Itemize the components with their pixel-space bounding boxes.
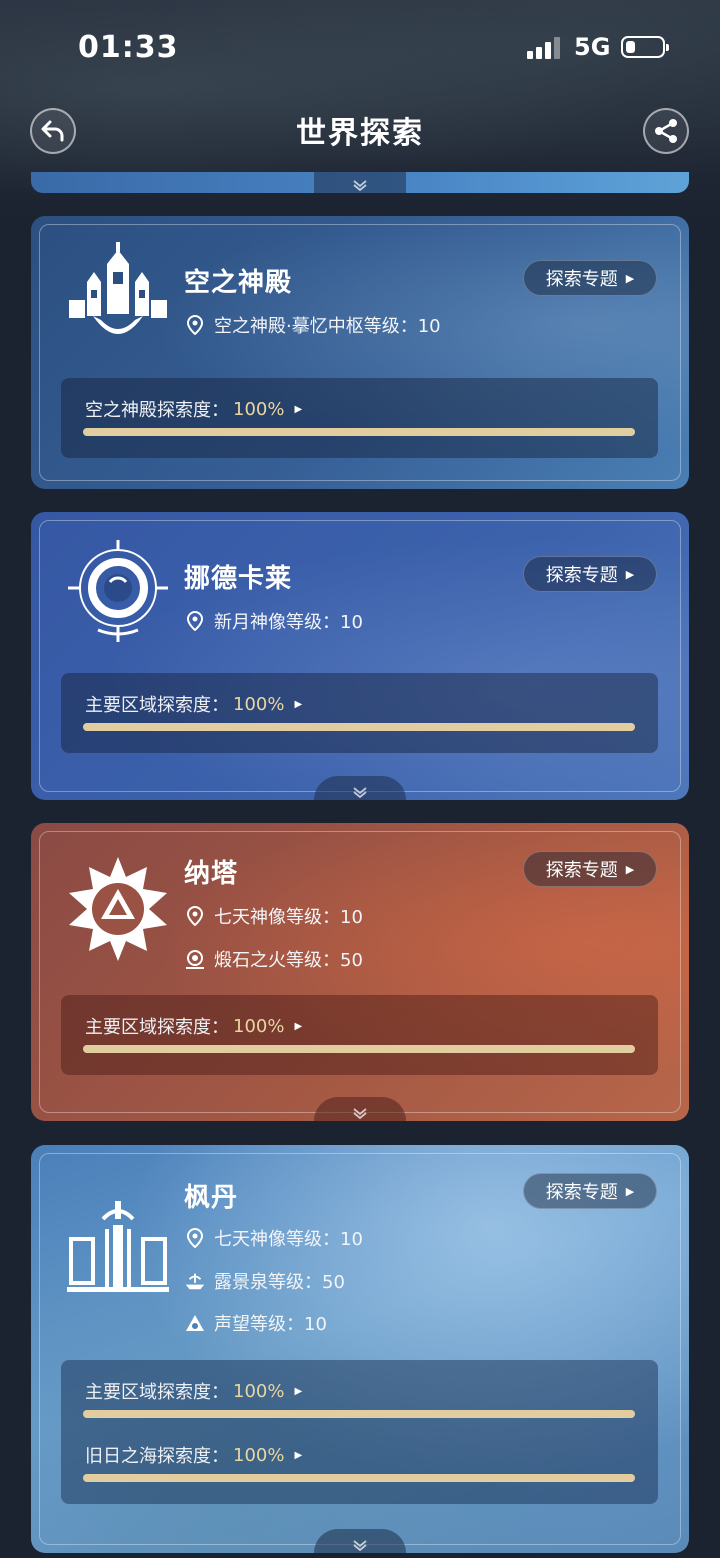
progress-bar — [83, 1410, 635, 1418]
progress-fill — [83, 1410, 635, 1418]
progress-bar — [83, 723, 635, 731]
caret-right-icon: ▶ — [294, 1385, 303, 1397]
expand-toggle[interactable] — [314, 172, 406, 193]
explore-topic-button[interactable]: 探索专题 ▶ — [523, 851, 657, 887]
location-pin-icon — [184, 905, 206, 927]
status-time: 01:33 — [78, 30, 179, 65]
chevron-down-icon — [353, 1540, 367, 1551]
region-card-sky-temple: 空之神殿 探索专题 ▶ 空之神殿·摹忆中枢等级：10 空之神殿探索度： 100% … — [31, 216, 689, 489]
explore-topic-button[interactable]: 探索专题 ▶ — [523, 556, 657, 592]
region-info-row: 空之神殿·摹忆中枢等级：10 — [184, 312, 441, 338]
region-card-natlan: 纳塔 探索专题 ▶ 七天神像等级：10 煅石之火等级：50 主要区域探索度： 10… — [31, 823, 689, 1121]
chevron-down-icon — [353, 180, 367, 191]
region-info-row: 七天神像等级：10 — [184, 903, 363, 929]
progress-row[interactable]: 主要区域探索度： 100% ▶ — [85, 1378, 302, 1404]
caret-right-icon: ▶ — [294, 403, 303, 415]
fontaine-emblem-icon — [67, 1201, 169, 1292]
progress-fill — [83, 1474, 635, 1482]
caret-right-icon: ▶ — [294, 698, 303, 710]
region-name: 纳塔 — [184, 859, 239, 889]
progress-row[interactable]: 旧日之海探索度： 100% ▶ — [85, 1442, 302, 1468]
fountain-icon — [184, 1270, 206, 1292]
chevron-down-icon — [353, 787, 367, 798]
region-info-row: 声望等级：10 — [184, 1310, 327, 1336]
progress-bar — [83, 1474, 635, 1482]
progress-fill — [83, 723, 635, 731]
play-arrow-icon: ▶ — [625, 1184, 635, 1198]
progress-panel: 主要区域探索度： 100% ▶ — [61, 995, 658, 1075]
region-info-row: 七天神像等级：10 — [184, 1225, 363, 1251]
share-icon — [655, 119, 677, 143]
nod-krai-emblem-icon — [68, 540, 168, 642]
share-button[interactable] — [643, 108, 689, 154]
region-info-row: 煅石之火等级：50 — [184, 946, 363, 972]
progress-bar — [83, 428, 635, 436]
progress-panel: 空之神殿探索度： 100% ▶ — [61, 378, 658, 458]
battery-icon — [621, 36, 669, 58]
location-pin-icon — [184, 314, 206, 336]
sky-temple-emblem-icon — [69, 242, 167, 334]
location-pin-icon — [184, 610, 206, 632]
progress-row[interactable]: 主要区域探索度： 100% ▶ — [85, 1013, 302, 1039]
play-arrow-icon: ▶ — [625, 862, 635, 876]
region-name: 枫丹 — [184, 1183, 239, 1213]
play-arrow-icon: ▶ — [625, 567, 635, 581]
natlan-emblem-icon — [69, 857, 167, 961]
region-name: 空之神殿 — [184, 268, 293, 298]
progress-fill — [83, 428, 635, 436]
expand-toggle[interactable] — [314, 1097, 406, 1121]
caret-right-icon: ▶ — [294, 1020, 303, 1032]
region-card-nod-krai: 挪德卡莱 探索专题 ▶ 新月神像等级：10 主要区域探索度： 100% ▶ — [31, 512, 689, 800]
region-name: 挪德卡莱 — [184, 564, 293, 594]
region-info-row: 露景泉等级：50 — [184, 1268, 345, 1294]
signal-icon — [527, 37, 563, 59]
progress-row[interactable]: 主要区域探索度： 100% ▶ — [85, 691, 302, 717]
location-pin-icon — [184, 1227, 206, 1249]
previous-region-card[interactable] — [31, 172, 689, 193]
region-info-row: 新月神像等级：10 — [184, 608, 363, 634]
expand-toggle[interactable] — [314, 776, 406, 800]
region-card-fontaine: 枫丹 探索专题 ▶ 七天神像等级：10 露景泉等级：50 声望等级：10 主要区域… — [31, 1145, 689, 1553]
caret-right-icon: ▶ — [294, 1449, 303, 1461]
play-arrow-icon: ▶ — [625, 271, 635, 285]
progress-panel: 主要区域探索度： 100% ▶ 旧日之海探索度： 100% ▶ — [61, 1360, 658, 1504]
progress-fill — [83, 1045, 635, 1053]
expand-toggle[interactable] — [314, 1529, 406, 1553]
explore-topic-button[interactable]: 探索专题 ▶ — [523, 1173, 657, 1209]
flame-stone-icon — [184, 948, 206, 970]
status-bar: 01:33 5G — [0, 0, 720, 95]
chevron-down-icon — [353, 1108, 367, 1119]
explore-topic-button[interactable]: 探索专题 ▶ — [523, 260, 657, 296]
network-type: 5G — [574, 33, 611, 61]
page-title: 世界探索 — [296, 116, 424, 151]
progress-bar — [83, 1045, 635, 1053]
reputation-icon — [184, 1312, 206, 1334]
progress-panel: 主要区域探索度： 100% ▶ — [61, 673, 658, 753]
progress-row[interactable]: 空之神殿探索度： 100% ▶ — [85, 396, 302, 422]
